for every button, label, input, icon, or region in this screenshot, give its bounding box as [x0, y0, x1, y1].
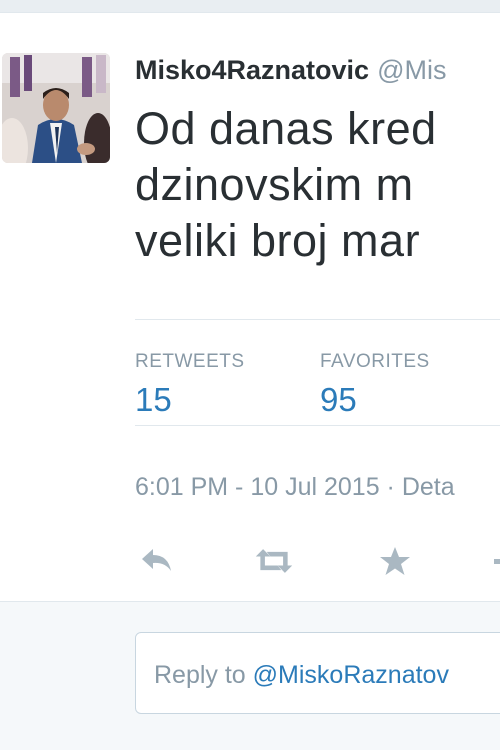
favorites-stat[interactable]: FAVORITES 95	[320, 351, 430, 419]
avatar-photo	[2, 53, 110, 163]
reply-button[interactable]	[137, 541, 177, 581]
top-band	[0, 0, 500, 12]
reply-mention: @MiskoRaznatov	[252, 661, 449, 689]
display-name[interactable]: Misko4Raznatovic	[135, 55, 369, 85]
tweet-text-line: Od danas kred	[135, 103, 437, 154]
timestamp[interactable]: 6:01 PM - 10 Jul 2015	[135, 473, 380, 501]
tweet-text: Od danas kred dzinovskim m veliki broj mar	[135, 101, 500, 269]
reply-prefix: Reply to	[154, 661, 253, 689]
favorite-star-icon	[380, 547, 410, 575]
tweet-text-line: dzinovskim m	[135, 159, 414, 210]
reply-input[interactable]: Reply to @MiskoRaznatov	[135, 632, 500, 714]
details-link[interactable]: Deta	[402, 473, 455, 501]
tweet-text-line: veliki broj mar	[135, 215, 421, 266]
retweets-label: RETWEETS	[135, 351, 245, 372]
favorites-label: FAVORITES	[320, 351, 430, 372]
meta-separator: ·	[386, 473, 395, 501]
favorites-count[interactable]: 95	[320, 381, 430, 419]
avatar[interactable]	[2, 53, 110, 163]
divider-bottom	[135, 425, 500, 426]
retweets-count[interactable]: 15	[135, 381, 245, 419]
tweet-meta: 6:01 PM - 10 Jul 2015 · Deta	[135, 473, 455, 502]
reply-icon	[142, 549, 171, 571]
reply-placeholder: Reply to @MiskoRaznatov	[154, 661, 449, 690]
user-handle[interactable]: @Mis	[377, 55, 446, 85]
retweet-icon	[255, 549, 293, 573]
tweet-header: Misko4Raznatovic @Mis	[135, 55, 446, 86]
retweets-stat[interactable]: RETWEETS 15	[135, 351, 245, 419]
tweet-card: Misko4Raznatovic @Mis Od danas kred dzinov…	[0, 12, 500, 602]
favorite-button[interactable]	[375, 541, 415, 581]
retweet-button[interactable]	[254, 541, 294, 581]
more-button[interactable]	[484, 541, 500, 581]
more-icon	[494, 559, 500, 564]
divider-top	[135, 319, 500, 320]
